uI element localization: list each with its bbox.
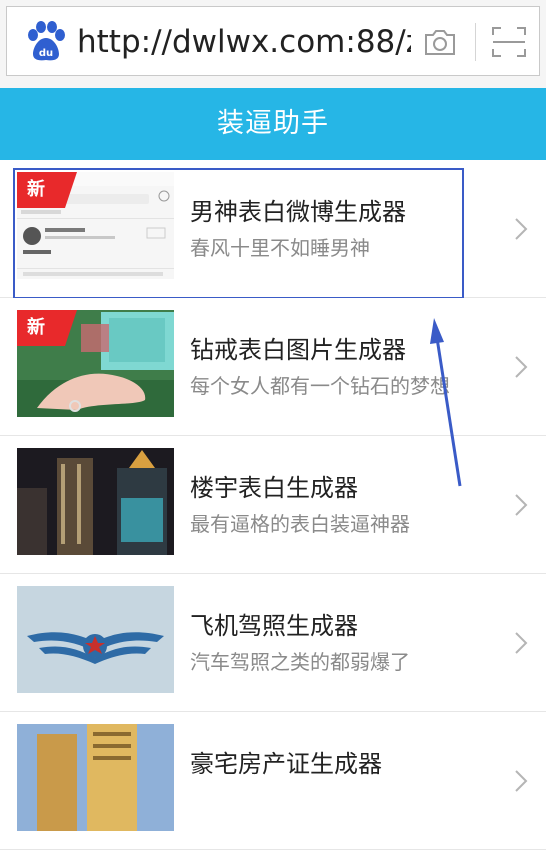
item-subtitle: 每个女人都有一个钻石的梦想	[190, 374, 450, 398]
thumbnail-mansion	[17, 724, 174, 831]
item-title: 豪宅房产证生成器	[190, 750, 382, 778]
address-divider	[475, 23, 476, 61]
title-bar: 装逼助手	[0, 88, 546, 160]
camera-icon[interactable]	[423, 25, 457, 59]
list-item[interactable]: 楼宇表白生成器 最有逼格的表白装逼神器	[0, 436, 546, 574]
item-subtitle: 汽车驾照之类的都弱爆了	[190, 650, 410, 674]
new-badge-label: 新	[27, 179, 45, 200]
chevron-right-icon	[515, 494, 528, 516]
svg-text:du: du	[39, 48, 53, 59]
thumbnail-pilot-license	[17, 586, 174, 693]
item-title: 飞机驾照生成器	[190, 612, 358, 640]
tower-image	[17, 724, 174, 831]
item-title: 钻戒表白图片生成器	[190, 336, 406, 364]
list-item[interactable]: 飞机驾照生成器 汽车驾照之类的都弱爆了	[0, 574, 546, 712]
item-subtitle: 最有逼格的表白装逼神器	[190, 512, 410, 536]
item-title: 楼宇表白生成器	[190, 474, 358, 502]
new-badge: 新	[17, 310, 77, 346]
chevron-right-icon	[515, 770, 528, 792]
baidu-paw-icon[interactable]: du	[24, 20, 68, 64]
item-subtitle: 春风十里不如睡男神	[190, 236, 370, 260]
list-item[interactable]: 新 钻戒表白图片生成器 每个女人都有一个钻石的梦想	[0, 298, 546, 436]
address-bar[interactable]: du http://dwlwx.com:88/zb	[6, 6, 540, 76]
chevron-right-icon	[515, 356, 528, 378]
item-title: 男神表白微博生成器	[190, 198, 406, 226]
page-title: 装逼助手	[217, 108, 329, 139]
new-badge: 新	[17, 172, 77, 208]
list-item[interactable]: 豪宅房产证生成器	[0, 712, 546, 850]
list-item[interactable]: 新 男神表白微博生成器 春风十里不如睡男神	[0, 160, 546, 299]
browser-address-area: du http://dwlwx.com:88/zb	[0, 0, 546, 88]
chevron-right-icon	[515, 218, 528, 240]
scan-icon[interactable]	[491, 25, 527, 59]
pilot-wings-image	[17, 586, 174, 693]
building-night-image	[17, 448, 174, 555]
chevron-right-icon	[515, 632, 528, 654]
thumbnail-building	[17, 448, 174, 555]
url-text[interactable]: http://dwlwx.com:88/zb	[77, 22, 411, 62]
new-badge-label: 新	[27, 317, 45, 338]
